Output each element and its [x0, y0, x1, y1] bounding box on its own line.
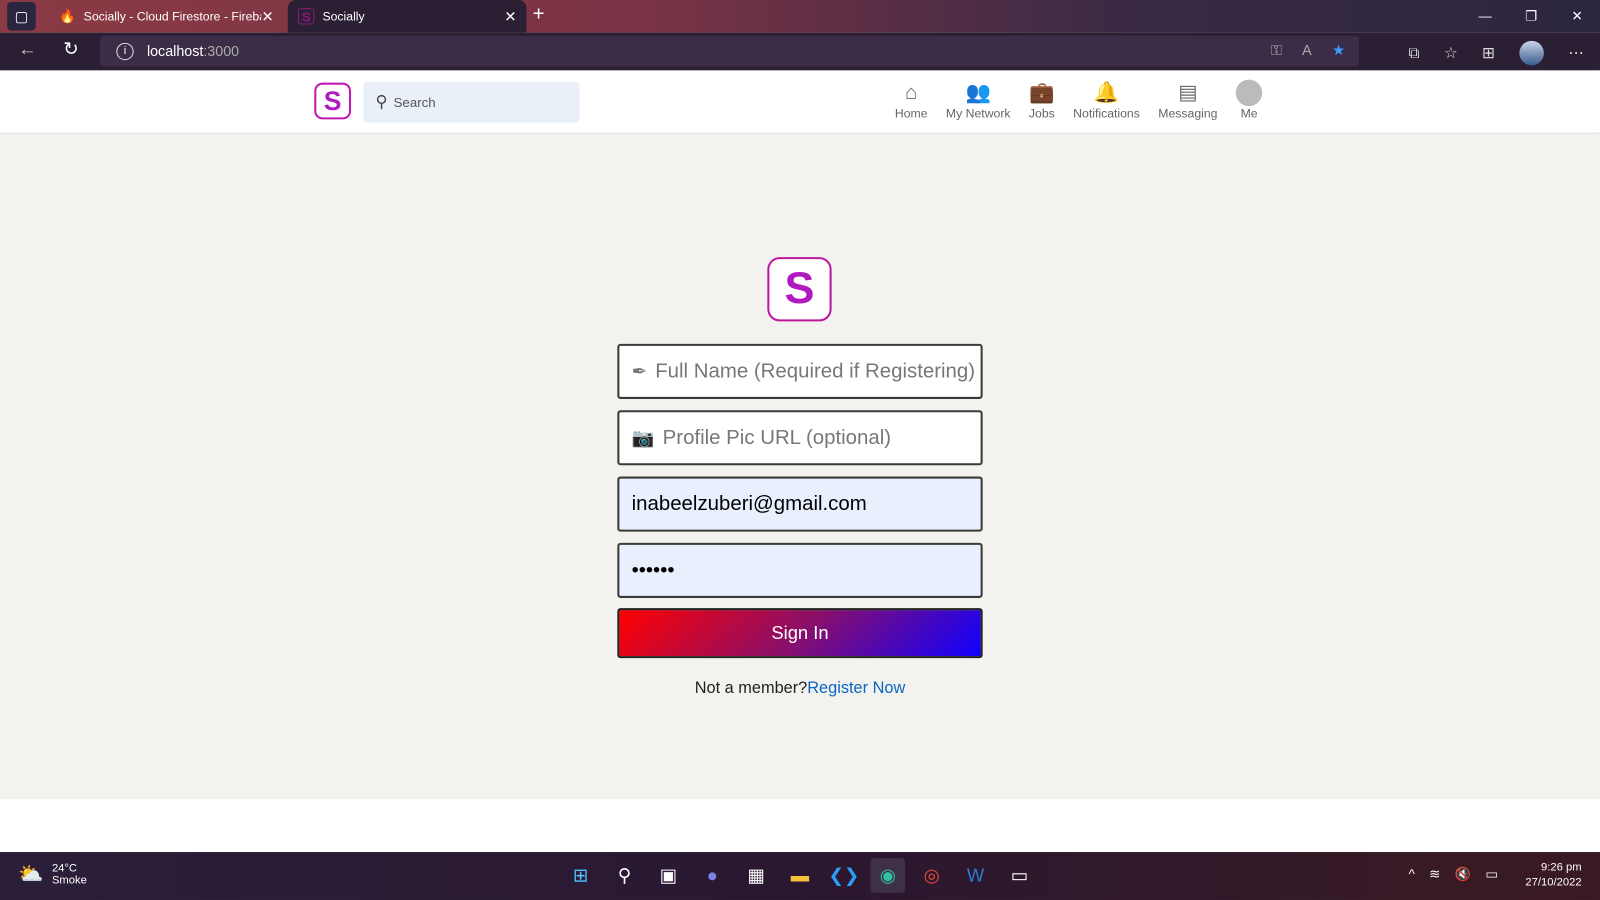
favorites-icon[interactable]: ☆ — [1444, 44, 1458, 62]
wifi-icon[interactable]: ≋ — [1429, 866, 1440, 882]
search-icon: ⚲ — [375, 93, 388, 112]
nav-notifications[interactable]: 🔔 Notifications — [1064, 80, 1149, 121]
teams-icon[interactable]: ● — [695, 858, 730, 893]
tab-bar: ▢ 🔥 Socially - Cloud Firestore - Firebas… — [0, 0, 1600, 33]
profile-pic-url-field[interactable]: 📷 Profile Pic URL (optional) — [617, 410, 983, 466]
battery-icon[interactable]: ▭ — [1485, 866, 1498, 882]
firebase-icon: 🔥 — [59, 8, 76, 24]
nav-messaging[interactable]: ▤ Messaging — [1149, 80, 1227, 121]
profile-avatar[interactable] — [1519, 40, 1544, 66]
camera-icon: 📷 — [631, 427, 655, 448]
tab-firestore[interactable]: 🔥 Socially - Cloud Firestore - Firebase … — [49, 0, 284, 33]
close-tab-icon[interactable]: ✕ — [504, 8, 516, 25]
not-member-text: Not a member? — [694, 679, 808, 697]
nav-home[interactable]: ⌂ Home — [886, 80, 937, 121]
word-icon[interactable]: W — [958, 858, 993, 893]
store-icon[interactable]: ▦ — [739, 858, 774, 893]
pen-icon: ✒ — [631, 360, 648, 382]
more-icon[interactable]: ⋯ — [1568, 44, 1583, 62]
password-field[interactable]: •••••• — [617, 542, 983, 598]
favorite-star-icon[interactable]: ★ — [1332, 42, 1345, 59]
terminal-icon[interactable]: ▭ — [1002, 858, 1037, 893]
clock[interactable]: 9:26 pm 27/10/2022 — [1525, 860, 1581, 891]
refresh-button[interactable]: ↻ — [63, 39, 78, 60]
task-view-icon[interactable]: ▣ — [651, 858, 686, 893]
collections-icon[interactable]: ⊞ — [1482, 44, 1495, 62]
search-icon[interactable]: ⚲ — [607, 858, 642, 893]
page-footer-blank — [0, 798, 1600, 853]
email-field[interactable]: inabeelzuberi@gmail.com — [617, 476, 983, 532]
address-bar-row: ← ↻ i localhost:3000 ⚿ A ★ ⧉ ☆ ⊞ ⋯ — [0, 32, 1600, 71]
socially-icon: S — [297, 8, 315, 25]
login-logo: S — [767, 257, 832, 322]
sign-in-button[interactable]: Sign In — [617, 608, 983, 659]
new-tab-button[interactable]: + — [533, 3, 545, 26]
search-input[interactable]: ⚲ Search — [363, 81, 580, 123]
muted-speaker-icon[interactable]: 🔇 — [1455, 866, 1472, 882]
key-icon[interactable]: ⚿ — [1271, 42, 1282, 59]
nav-my-network[interactable]: 👥 My Network — [937, 80, 1020, 121]
vscode-icon[interactable]: ❮❯ — [827, 858, 862, 893]
message-icon: ▤ — [1178, 81, 1198, 105]
url-input[interactable]: i localhost:3000 ⚿ A ★ — [99, 35, 1360, 67]
close-tab-icon[interactable]: ✕ — [261, 8, 273, 25]
file-explorer-icon[interactable]: ▬ — [783, 858, 818, 893]
nav-jobs[interactable]: 💼 Jobs — [1020, 80, 1064, 121]
register-now-link[interactable]: Register Now — [807, 680, 905, 697]
briefcase-icon: 💼 — [1029, 81, 1055, 105]
extensions-icon[interactable]: ⧉ — [1408, 44, 1419, 61]
edge-icon[interactable]: ◉ — [870, 858, 906, 893]
weather-widget[interactable]: ⛅ 24°C Smoke — [18, 861, 87, 887]
tab-actions-icon[interactable]: ▢ — [7, 2, 36, 31]
bell-icon: 🔔 — [1093, 81, 1120, 105]
restore-button[interactable]: ❐ — [1508, 0, 1554, 33]
weather-icon: ⛅ — [18, 863, 44, 886]
nav-me[interactable]: Me — [1227, 79, 1272, 120]
taskbar: ⛅ 24°C Smoke ⊞ ⚲ ▣ ● ▦ ▬ ❮❯ ◉ ◎ W ▭ ^ ≋ 🔇 ▭ 9… — [0, 852, 1600, 900]
chevron-up-icon[interactable]: ^ — [1409, 866, 1415, 882]
info-icon[interactable]: i — [116, 42, 134, 60]
home-icon: ⌂ — [905, 81, 918, 105]
network-icon: 👥 — [965, 81, 991, 105]
read-aloud-icon[interactable]: A — [1302, 42, 1312, 59]
minimize-button[interactable]: — — [1462, 0, 1508, 33]
full-name-field[interactable]: ✒ Full Name (Required if Registering) — [617, 343, 983, 399]
login-page: S ✒ Full Name (Required if Registering) 📷… — [0, 133, 1600, 799]
app-logo[interactable]: S — [314, 82, 352, 120]
back-button[interactable]: ← — [18, 39, 36, 60]
start-icon[interactable]: ⊞ — [563, 858, 598, 893]
close-window-button[interactable]: ✕ — [1554, 0, 1600, 33]
avatar-icon — [1235, 79, 1263, 107]
tab-socially[interactable]: S Socially ✕ — [287, 0, 527, 33]
app-header: S ⚲ Search ⌂ Home 👥 My Network 💼 Jobs 🔔 Notif… — [0, 70, 1600, 134]
chrome-icon[interactable]: ◎ — [914, 858, 949, 893]
